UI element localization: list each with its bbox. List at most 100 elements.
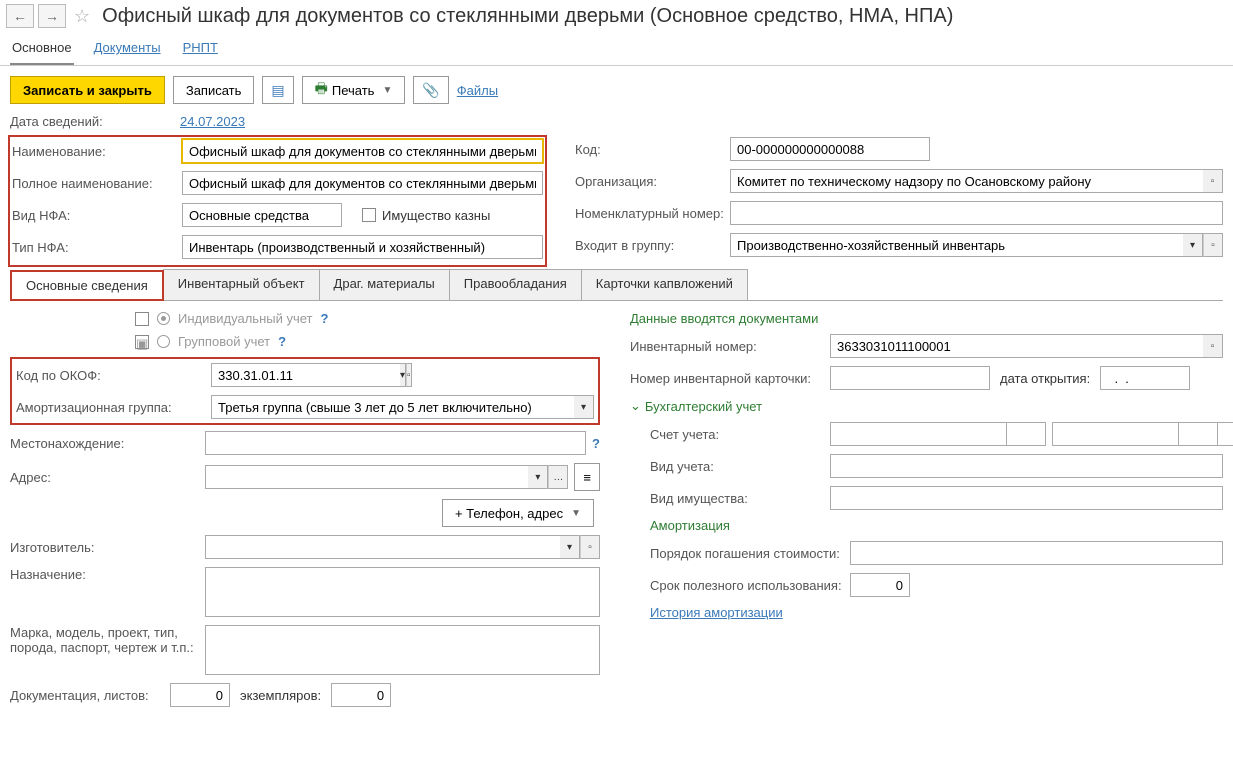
header-docs-entered: Данные вводятся документами [630, 311, 1223, 326]
open-group-button[interactable]: ▫ [1203, 233, 1223, 257]
input-card-num[interactable] [830, 366, 990, 390]
label-location: Местонахождение: [10, 436, 205, 451]
input-prop-kind[interactable] [830, 486, 1223, 510]
label-card-num: Номер инвентарной карточки: [630, 371, 830, 386]
input-name[interactable] [182, 139, 543, 163]
chevron-down-icon: ▼ [571, 508, 581, 519]
chevron-down-icon: ⌄ [630, 398, 641, 414]
input-account-extra1[interactable] [1006, 422, 1046, 446]
label-nfa-kind: Вид НФА: [12, 208, 182, 223]
label-inv-num: Инвентарный номер: [630, 339, 830, 354]
subtab-inventory-object[interactable]: Инвентарный объект [163, 269, 320, 300]
dropdown-manufacturer[interactable]: ▾ [560, 535, 580, 559]
radio-group[interactable] [157, 335, 170, 348]
form-area: Дата сведений: 24.07.2023 Наименование: … [0, 114, 1233, 735]
input-account[interactable] [830, 422, 1019, 446]
page-title: Офисный шкаф для документов со стеклянны… [102, 5, 953, 28]
paperclip-icon: 📎 [422, 82, 439, 99]
link-amort-history[interactable]: История амортизации [650, 605, 783, 620]
filter-address-button[interactable]: ≡ [574, 463, 600, 491]
label-acct-kind: Вид учета: [630, 459, 830, 474]
forward-button[interactable]: → [38, 4, 66, 28]
save-close-button[interactable]: Записать и закрыть [10, 76, 165, 104]
input-full-name[interactable] [182, 171, 543, 195]
subtab-cap-cards[interactable]: Карточки капвложений [581, 269, 748, 300]
input-acct-kind[interactable] [830, 454, 1223, 478]
print-button[interactable]: 🖶 Печать ▼ [302, 76, 406, 104]
label-brand-model: Марка, модель, проект, тип, порода, пасп… [10, 625, 205, 655]
favorite-star-icon[interactable]: ☆ [70, 6, 94, 27]
label-open-date: дата открытия: [1000, 371, 1090, 386]
report-button[interactable]: ▤ [262, 76, 293, 104]
label-org: Организация: [575, 174, 730, 189]
label-pay-order: Порядок погашения стоимости: [630, 546, 850, 561]
input-account-extra3[interactable] [1178, 422, 1218, 446]
toolbar: Записать и закрыть Записать ▤ 🖶 Печать ▼… [0, 66, 1233, 114]
label-treasury: Имущество казны [382, 208, 490, 223]
save-button[interactable]: Записать [173, 76, 255, 104]
input-open-date[interactable] [1100, 366, 1190, 390]
window-header: ← → ☆ Офисный шкаф для документов со сте… [0, 0, 1233, 32]
row-info-date: Дата сведений: 24.07.2023 [10, 114, 1223, 129]
input-address[interactable] [205, 465, 528, 489]
checkbox-treasury[interactable] [362, 208, 376, 222]
files-link[interactable]: Файлы [457, 83, 498, 98]
dropdown-group-button[interactable]: ▾ [1183, 233, 1203, 257]
label-useful-life: Срок полезного использования: [630, 578, 850, 593]
open-inv-num[interactable]: ▫ [1203, 334, 1223, 358]
link-info-date[interactable]: 24.07.2023 [180, 114, 245, 129]
input-doc-sheets[interactable] [170, 683, 230, 707]
input-useful-life[interactable] [850, 573, 910, 597]
input-doc-copies[interactable] [331, 683, 391, 707]
help-individual[interactable]: ? [321, 311, 329, 326]
label-okof: Код по ОКОФ: [16, 368, 211, 383]
dropdown-amort-group[interactable]: ▾ [574, 395, 594, 419]
attach-button[interactable]: 📎 [413, 76, 448, 104]
subtab-rights[interactable]: Правообладания [449, 269, 582, 300]
input-inv-num[interactable] [830, 334, 1203, 358]
label-radio-individual: Индивидуальный учет [178, 311, 313, 326]
open-manufacturer[interactable]: ▫ [580, 535, 600, 559]
input-org[interactable] [730, 169, 1203, 193]
input-group[interactable] [730, 233, 1183, 257]
radio-individual[interactable] [157, 312, 170, 325]
input-pay-order[interactable] [850, 541, 1223, 565]
tab-content: Индивидуальный учет ? ▣ Групповой учет ?… [10, 301, 1223, 725]
textarea-brand-model[interactable] [205, 625, 600, 675]
input-nfa-kind[interactable] [182, 203, 342, 227]
open-okof[interactable]: ▫ [406, 363, 412, 387]
label-manufacturer: Изготовитель: [10, 540, 205, 555]
nav-tab-rnpt[interactable]: РНПТ [181, 32, 220, 65]
label-purpose: Назначение: [10, 567, 205, 582]
input-nomen-num[interactable] [730, 201, 1223, 225]
help-location[interactable]: ? [592, 436, 600, 451]
label-amort-group: Амортизационная группа: [16, 400, 211, 415]
okof-amort-highlight: Код по ОКОФ: ▾ ▫ Амортизационная группа:… [10, 357, 600, 425]
document-icon: ▤ [271, 82, 284, 99]
more-address[interactable]: … [548, 465, 568, 489]
open-org-button[interactable]: ▫ [1203, 169, 1223, 193]
input-nfa-type[interactable] [182, 235, 543, 259]
add-contact-button[interactable]: + Телефон, адрес ▼ [442, 499, 594, 527]
right-header-block: Код: Организация: ▫ Номенклатурный номер… [575, 137, 1223, 265]
help-group[interactable]: ? [278, 334, 286, 349]
input-okof[interactable] [211, 363, 400, 387]
toggle-buh-accounting[interactable]: ⌄ Бухгалтерский учет [630, 398, 1223, 414]
radio-individual-row: Индивидуальный учет ? [135, 311, 600, 326]
nav-tab-main[interactable]: Основное [10, 32, 74, 65]
header-amortization: Амортизация [630, 518, 1223, 533]
nav-tab-documents[interactable]: Документы [92, 32, 163, 65]
label-buh-header: Бухгалтерский учет [645, 399, 762, 414]
subtab-main-info[interactable]: Основные сведения [10, 270, 164, 301]
textarea-purpose[interactable] [205, 567, 600, 617]
label-account: Счет учета: [630, 427, 830, 442]
input-code[interactable] [730, 137, 930, 161]
back-button[interactable]: ← [6, 4, 34, 28]
input-manufacturer[interactable] [205, 535, 560, 559]
input-location[interactable] [205, 431, 586, 455]
subtab-precious-materials[interactable]: Драг. материалы [319, 269, 450, 300]
dropdown-address[interactable]: ▾ [528, 465, 548, 489]
label-full-name: Полное наименование: [12, 176, 182, 191]
group-square-icon: ▣ [135, 335, 149, 349]
input-amort-group[interactable] [211, 395, 574, 419]
